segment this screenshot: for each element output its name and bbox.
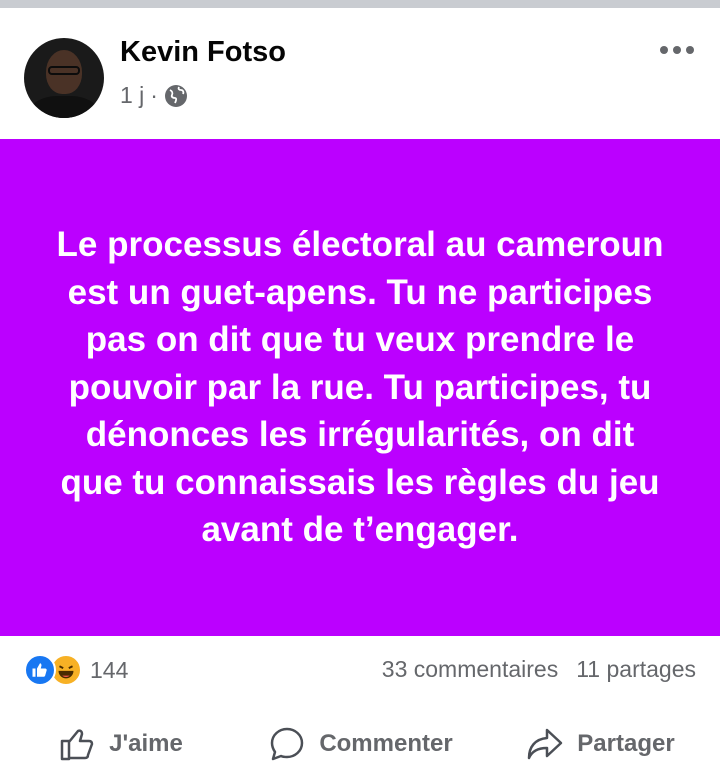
meta-separator: · bbox=[150, 82, 158, 108]
post-content: Le processus électoral au cameroun est u… bbox=[0, 139, 720, 636]
comments-count[interactable]: 33 commentaires bbox=[382, 656, 558, 683]
post-stats: 144 33 commentaires 11 partages bbox=[0, 636, 720, 704]
shares-count[interactable]: 11 partages bbox=[576, 656, 696, 683]
like-reaction-icon bbox=[24, 654, 56, 686]
globe-icon bbox=[164, 84, 187, 107]
comment-label: Commenter bbox=[319, 729, 453, 757]
more-options-icon[interactable] bbox=[660, 40, 700, 60]
like-label: J'aime bbox=[109, 729, 183, 757]
comment-icon bbox=[271, 727, 304, 760]
share-icon bbox=[528, 728, 563, 759]
top-divider bbox=[0, 0, 720, 10]
action-bar: J'aime Commenter Partager bbox=[0, 704, 720, 783]
post-text: Le processus électoral au cameroun est u… bbox=[56, 225, 664, 550]
like-button[interactable]: J'aime bbox=[0, 704, 240, 783]
comment-button[interactable]: Commenter bbox=[240, 704, 480, 783]
share-button[interactable]: Partager bbox=[480, 704, 720, 783]
post-time[interactable]: 1 j bbox=[120, 82, 144, 109]
reactions-count: 144 bbox=[90, 656, 129, 683]
post-meta: 1 j · bbox=[120, 82, 188, 109]
avatar[interactable] bbox=[24, 38, 104, 118]
reactions-summary[interactable]: 144 bbox=[24, 654, 128, 686]
post-header: Kevin Fotso 1 j · bbox=[0, 10, 720, 138]
author-name[interactable]: Kevin Fotso bbox=[120, 36, 286, 69]
share-label: Partager bbox=[577, 729, 675, 757]
thumbs-up-icon bbox=[60, 728, 94, 760]
